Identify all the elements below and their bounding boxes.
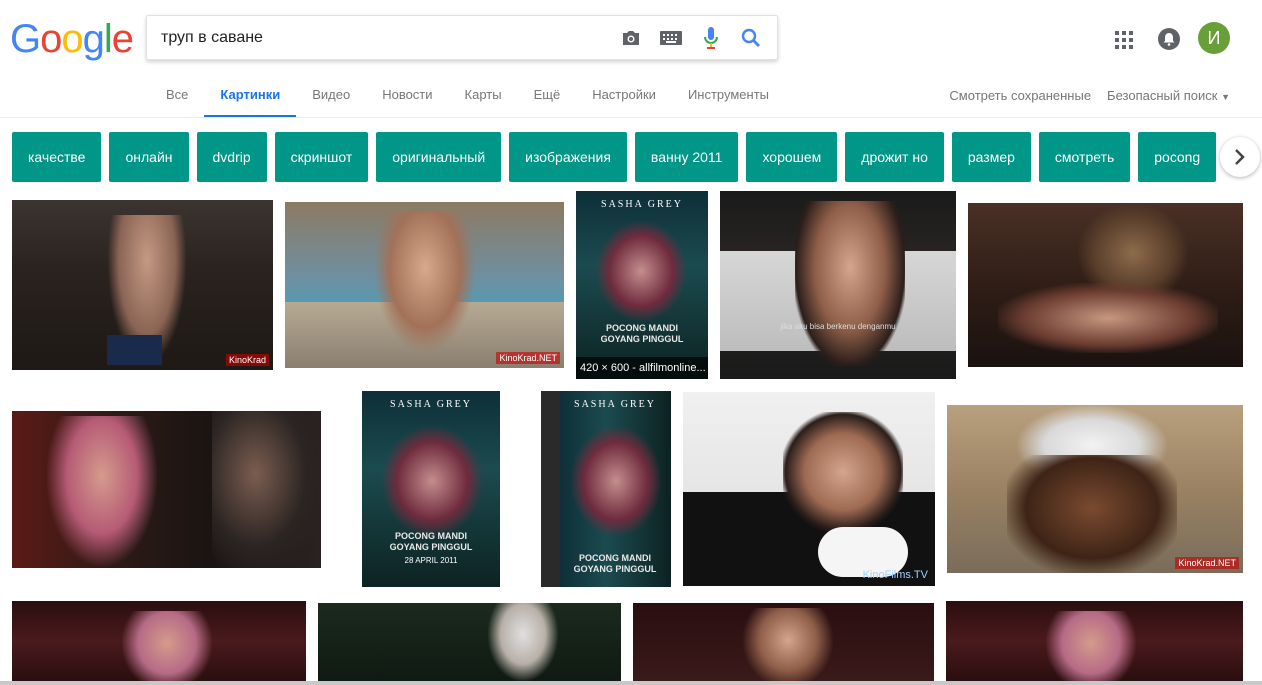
chips-next-button[interactable] (1218, 132, 1262, 182)
chevron-right-icon (1220, 137, 1260, 177)
tab-maps[interactable]: Карты (449, 80, 518, 118)
tab-settings[interactable]: Настройки (576, 80, 672, 118)
image-content (122, 611, 212, 681)
chip[interactable]: дрожит но (845, 132, 944, 182)
image-result[interactable] (946, 601, 1243, 681)
search-icons (619, 26, 763, 50)
search-icon[interactable] (739, 26, 763, 50)
image-content (1046, 611, 1136, 681)
image-content (596, 221, 686, 321)
chip[interactable]: размер (951, 132, 1031, 182)
logo-letter: o (61, 17, 83, 61)
keyboard-icon[interactable] (659, 26, 683, 50)
watermark: KinoFilms.TV (862, 569, 928, 581)
image-content (488, 603, 558, 681)
image-result[interactable]: SASHA GREY POCONG MANDI GOYANG PINGGUL (541, 391, 671, 587)
logo-letter: e (111, 17, 134, 61)
logo-letter: G (10, 17, 41, 61)
tab-tools[interactable]: Инструменты (672, 80, 785, 118)
image-content (795, 201, 905, 366)
poster-subtitle: POCONG MANDI GOYANG PINGGUL (600, 323, 684, 344)
image-result[interactable] (633, 603, 934, 681)
chip[interactable]: оригинальный (376, 132, 502, 182)
microphone-icon[interactable] (699, 26, 723, 50)
image-result[interactable]: KinoKrad.NET (285, 202, 564, 368)
tab-all[interactable]: Все (150, 80, 204, 118)
caret-down-icon: ▼ (1221, 92, 1230, 102)
image-result[interactable]: KinoKrad (12, 200, 273, 370)
camera-icon[interactable] (619, 26, 643, 50)
chip[interactable]: изображения (509, 132, 627, 182)
image-result[interactable]: KinoKrad.NET (947, 405, 1243, 573)
tab-images[interactable]: Картинки (204, 80, 297, 118)
image-result[interactable]: KinoFilms.TV (683, 392, 935, 586)
bottom-scrollbar (0, 681, 1262, 685)
chip[interactable]: онлайн (109, 132, 189, 182)
safe-search-label: Безопасный поиск (1107, 88, 1218, 103)
google-logo[interactable]: Google (10, 17, 134, 61)
poster-subtitle: POCONG MANDI GOYANG PINGGUL (573, 553, 657, 574)
watermark: KinoKrad.NET (496, 352, 560, 364)
image-content (743, 608, 833, 681)
image-content (998, 283, 1218, 353)
chip[interactable]: качестве (12, 132, 102, 182)
poster-subtitle: POCONG MANDI GOYANG PINGGUL (389, 531, 473, 552)
image-content (212, 411, 321, 568)
image-content (783, 412, 903, 532)
safe-search-dropdown[interactable]: Безопасный поиск ▼ (1107, 88, 1230, 103)
video-subtitle: jika aku bisa berkenu denganmu (780, 322, 896, 331)
search-tabs: Все Картинки Видео Новости Карты Ещё Нас… (150, 80, 785, 118)
watermark: KinoKrad.NET (1175, 557, 1239, 569)
image-result[interactable] (318, 603, 621, 681)
chip[interactable]: смотреть (1038, 132, 1131, 182)
chip[interactable]: pocong (1138, 132, 1217, 182)
image-caption: 420 × 600 - allfilmonline... (576, 357, 708, 379)
chip[interactable]: хорошем (746, 132, 838, 182)
tab-video[interactable]: Видео (296, 80, 366, 118)
poster-title: SASHA GREY (390, 399, 472, 410)
image-content (571, 426, 661, 536)
related-chips: качестве онлайн dvdrip скриншот оригинальный… (12, 132, 1252, 182)
chip[interactable]: ванну 2011 (634, 132, 739, 182)
account-avatar[interactable]: И (1198, 22, 1230, 54)
chip[interactable]: dvdrip (196, 132, 267, 182)
image-content (382, 426, 482, 536)
image-content (107, 335, 162, 365)
tab-news[interactable]: Новости (366, 80, 448, 118)
search-box (146, 15, 778, 60)
notifications-bell-icon[interactable] (1158, 28, 1180, 50)
image-content (47, 416, 157, 566)
poster-title: SASHA GREY (574, 399, 656, 410)
image-result[interactable] (968, 203, 1243, 367)
logo-letter: o (40, 17, 62, 61)
avatar-initial: И (1207, 27, 1221, 48)
chip[interactable]: скриншот (274, 132, 369, 182)
tab-more[interactable]: Ещё (518, 80, 577, 118)
image-result[interactable]: jika aku bisa berkenu denganmu (720, 191, 956, 379)
image-content (1007, 455, 1177, 573)
search-input[interactable] (161, 16, 601, 59)
header-divider (0, 117, 1262, 118)
image-result[interactable] (12, 411, 321, 568)
image-result[interactable] (12, 601, 306, 681)
image-content (375, 212, 475, 352)
logo-letter: l (103, 17, 113, 61)
logo-letter: g (82, 17, 105, 61)
tabs-right: Смотреть сохраненные Безопасный поиск ▼ (949, 88, 1230, 103)
image-result[interactable]: SASHA GREY POCONG MANDI GOYANG PINGGUL 4… (576, 191, 708, 379)
image-result[interactable]: SASHA GREY POCONG MANDI GOYANG PINGGUL 2… (362, 391, 500, 587)
poster-date: 28 APRIL 2011 (404, 556, 458, 565)
saved-link[interactable]: Смотреть сохраненные (949, 88, 1091, 103)
poster-title: SASHA GREY (601, 199, 683, 210)
apps-grid-icon[interactable] (1114, 30, 1134, 50)
watermark: KinoKrad (225, 354, 269, 366)
